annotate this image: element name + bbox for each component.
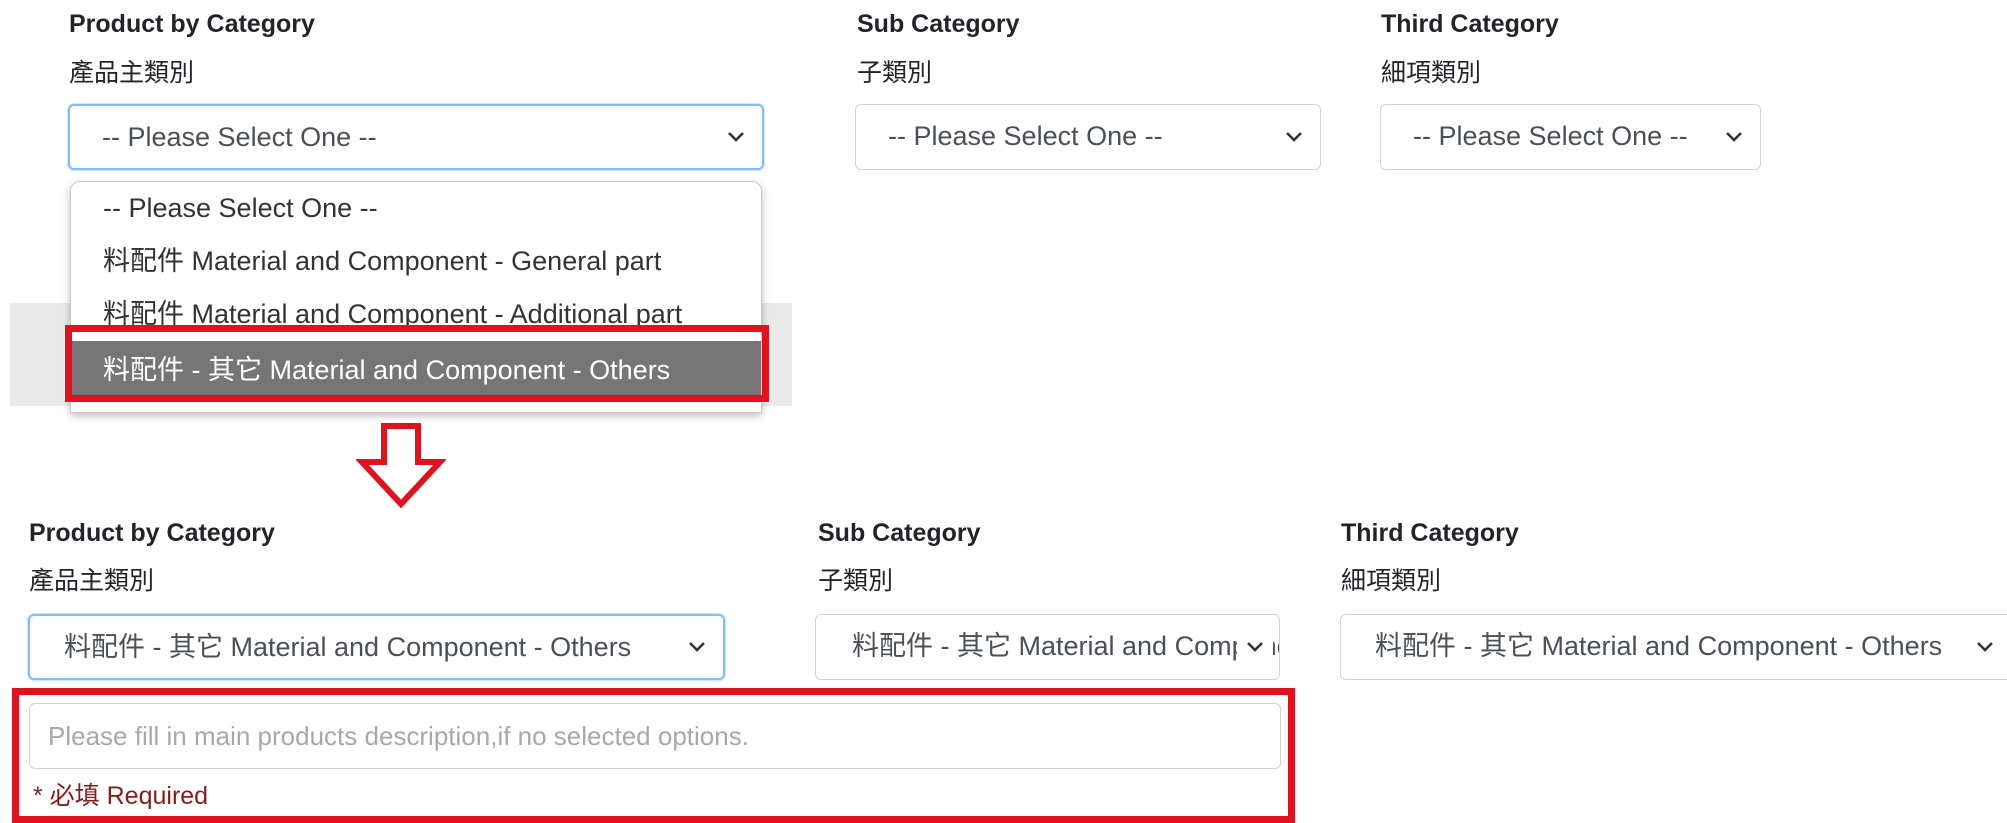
product-category-label: Product by Category <box>29 519 275 547</box>
third-category-select-value: 料配件 - 其它 Material and Component - Others <box>1375 631 1943 661</box>
chevron-down-icon <box>1716 105 1752 169</box>
chevron-down-icon <box>718 106 754 168</box>
chevron-down-icon <box>679 616 715 678</box>
sub-category-label-zh: 子類別 <box>818 567 894 595</box>
third-category-label-zh: 細項類別 <box>1381 59 1482 87</box>
sub-category-select-value: 料配件 - 其它 Material and Component - Others <box>852 631 1279 661</box>
chevron-down-icon <box>1237 615 1273 679</box>
sub-category-select-value: -- Please Select One -- <box>888 121 1163 151</box>
sub-category-select[interactable]: -- Please Select One -- <box>855 104 1321 170</box>
highlight-box-option <box>65 325 769 402</box>
chevron-down-icon <box>1276 105 1312 169</box>
product-category-label: Product by Category <box>69 10 315 38</box>
sub-category-label: Sub Category <box>818 519 981 547</box>
third-category-label: Third Category <box>1341 519 1519 547</box>
highlight-box-description <box>12 688 1295 823</box>
product-category-select[interactable]: -- Please Select One -- <box>68 104 764 170</box>
dropdown-option[interactable]: 料配件 Material and Component - General par… <box>71 235 761 288</box>
third-category-label-zh: 細項類別 <box>1341 567 1442 595</box>
third-category-label: Third Category <box>1381 10 1559 38</box>
third-category-select-value: -- Please Select One -- <box>1413 121 1688 151</box>
product-category-select[interactable]: 料配件 - 其它 Material and Component - Others <box>28 614 725 680</box>
arrow-down-outline-icon <box>355 422 447 513</box>
dropdown-option[interactable]: -- Please Select One -- <box>71 182 761 235</box>
third-category-select[interactable]: -- Please Select One -- <box>1380 104 1761 170</box>
sub-category-label: Sub Category <box>857 10 1020 38</box>
sub-category-label-zh: 子類別 <box>857 59 933 87</box>
product-category-label-zh: 產品主類別 <box>29 567 155 595</box>
third-category-select[interactable]: 料配件 - 其它 Material and Component - Others <box>1340 614 2007 680</box>
chevron-down-icon <box>1967 615 2003 679</box>
product-category-label-zh: 產品主類別 <box>69 59 195 87</box>
product-category-select-value: 料配件 - 其它 Material and Component - Others <box>64 632 632 662</box>
product-category-select-value: -- Please Select One -- <box>102 122 377 152</box>
sub-category-select[interactable]: 料配件 - 其它 Material and Component - Others <box>815 614 1280 680</box>
